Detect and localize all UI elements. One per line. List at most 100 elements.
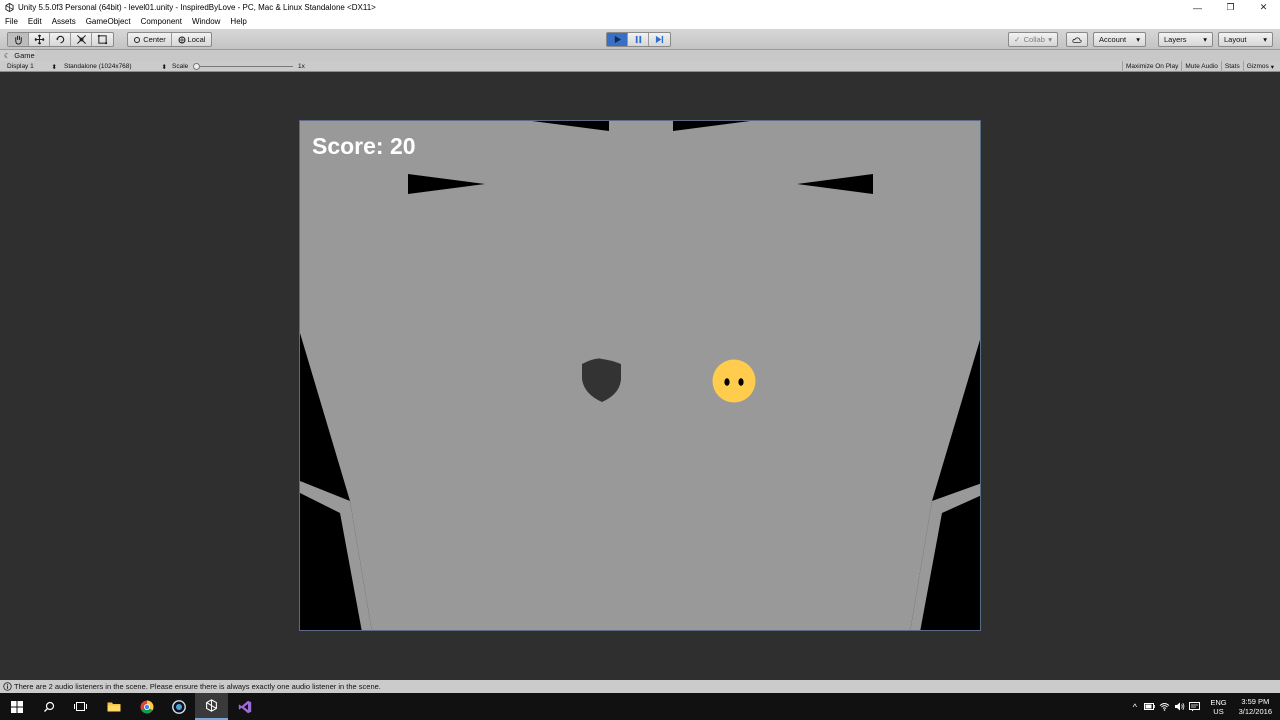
- gizmos-label: Gizmos: [1246, 63, 1269, 70]
- scale-slider-track: [197, 66, 293, 67]
- battery-icon[interactable]: [1142, 693, 1157, 720]
- hand-tool-button[interactable]: [8, 33, 29, 46]
- menu-gameobject[interactable]: GameObject: [81, 15, 136, 29]
- menu-edit[interactable]: Edit: [23, 15, 47, 29]
- pause-button[interactable]: [628, 33, 649, 46]
- collab-dropdown[interactable]: ✓ Collab ▾: [1008, 32, 1058, 47]
- lang-top: ENG: [1210, 697, 1227, 707]
- mute-audio-toggle[interactable]: Mute Audio: [1181, 61, 1221, 72]
- globe-icon: [178, 36, 186, 43]
- pause-icon: [635, 35, 641, 44]
- input-language[interactable]: ENG US: [1210, 698, 1226, 716]
- layers-dropdown[interactable]: Layers ▾: [1158, 32, 1213, 47]
- close-button[interactable]: ✕: [1247, 0, 1280, 15]
- transform-tools: [7, 32, 114, 47]
- stats-toggle[interactable]: Stats: [1220, 61, 1243, 72]
- chrome-button[interactable]: [130, 693, 163, 720]
- minimize-button[interactable]: —: [1181, 0, 1214, 15]
- top-spike-right: [673, 121, 750, 131]
- wifi-icon[interactable]: [1157, 693, 1172, 720]
- hand-icon: [14, 35, 22, 45]
- game-view-panel: Score: 20: [0, 72, 1280, 680]
- score-label: Score: 20: [312, 133, 416, 159]
- top-spike-left: [532, 121, 609, 131]
- scale-slider-thumb[interactable]: [193, 63, 200, 70]
- console-status-bar[interactable]: There are 2 audio listeners in the scene…: [0, 680, 1280, 693]
- rect-transform-icon: [97, 34, 108, 45]
- status-message: There are 2 audio listeners in the scene…: [14, 682, 381, 691]
- right-wall-spike: [797, 174, 873, 194]
- search-button[interactable]: [32, 693, 65, 720]
- task-view-icon: [74, 702, 87, 711]
- maximize-on-play-toggle[interactable]: Maximize On Play: [1121, 61, 1181, 72]
- step-button[interactable]: [649, 33, 670, 46]
- clock-date: 3/12/2016: [1238, 706, 1272, 716]
- layout-label: Layout: [1224, 35, 1247, 44]
- restore-button[interactable]: ❐: [1214, 0, 1247, 15]
- lang-bottom: US: [1213, 706, 1224, 716]
- pivot-toggles: Center Local: [127, 32, 212, 47]
- collab-check-icon: ✓: [1014, 35, 1021, 44]
- menu-window[interactable]: Window: [187, 15, 225, 29]
- windows-taskbar: ^ ENG US 3:59 PM 3/12/2016: [0, 693, 1280, 720]
- folder-icon: [107, 702, 120, 712]
- visual-studio-button[interactable]: [228, 693, 261, 720]
- rect-tool-button[interactable]: [92, 33, 113, 46]
- player-eye-right: [738, 378, 744, 386]
- chevron-down-icon: ▾: [1136, 35, 1140, 44]
- window-title: Unity 5.5.0f3 Personal (64bit) - level01…: [18, 3, 376, 12]
- rotate-tool-button[interactable]: [50, 33, 71, 46]
- action-center-icon[interactable]: [1187, 693, 1202, 720]
- scale-tool-button[interactable]: [71, 33, 92, 46]
- pivot-center-icon: [134, 36, 141, 43]
- tray-chevron-up-icon[interactable]: ^: [1127, 693, 1142, 720]
- menu-help[interactable]: Help: [225, 15, 251, 29]
- chevron-updown-icon: ⬍: [51, 63, 57, 71]
- chevron-down-icon: ▾: [1270, 63, 1274, 71]
- task-view-button[interactable]: [64, 693, 97, 720]
- display-dropdown[interactable]: Display 1 ⬍: [7, 62, 57, 71]
- scale-label: Scale: [172, 63, 189, 70]
- volume-icon[interactable]: [1172, 693, 1187, 720]
- clock[interactable]: 3:59 PM 3/12/2016: [1239, 697, 1272, 717]
- scale-slider[interactable]: [193, 62, 295, 71]
- app-button[interactable]: [162, 693, 195, 720]
- play-icon: [614, 35, 621, 44]
- unity-logo-icon: [4, 3, 14, 13]
- app-circle-icon: [171, 699, 186, 714]
- menu-file[interactable]: File: [0, 15, 23, 29]
- account-dropdown[interactable]: Account ▾: [1093, 32, 1146, 47]
- play-button[interactable]: [607, 33, 628, 46]
- game-view-icon: ☾: [4, 52, 11, 60]
- display-label: Display 1: [7, 63, 34, 70]
- clock-time: 3:59 PM: [1241, 696, 1270, 706]
- menu-assets[interactable]: Assets: [47, 15, 81, 29]
- layers-label: Layers: [1164, 35, 1187, 44]
- unity-taskbar-button[interactable]: [195, 693, 228, 720]
- cloud-button[interactable]: [1066, 32, 1088, 47]
- player-eye-left: [724, 378, 730, 386]
- gizmos-dropdown[interactable]: Gizmos ▾: [1242, 61, 1277, 72]
- file-explorer-button[interactable]: [97, 693, 130, 720]
- pivot-center-button[interactable]: Center: [128, 33, 172, 46]
- chrome-icon: [140, 700, 153, 713]
- menu-component[interactable]: Component: [136, 15, 187, 29]
- game-scene: [300, 121, 980, 630]
- rotate-icon: [55, 35, 64, 44]
- left-wall-spike: [408, 174, 485, 194]
- pivot-center-label: Center: [143, 35, 166, 44]
- start-button[interactable]: [0, 693, 33, 720]
- pivot-local-button[interactable]: Local: [172, 33, 211, 46]
- game-viewport[interactable]: Score: 20: [299, 120, 981, 631]
- main-toolbar: Center Local ✓ Collab ▾ Account ▾ Layers…: [0, 29, 1280, 50]
- layout-dropdown[interactable]: Layout ▾: [1218, 32, 1273, 47]
- player-blob: [712, 359, 756, 403]
- unity-icon: [206, 699, 217, 712]
- windows-logo-icon: [10, 700, 23, 713]
- resolution-dropdown[interactable]: Standalone (1024x768) ⬍: [64, 62, 167, 71]
- tab-game[interactable]: ☾ Game: [0, 50, 35, 61]
- cloud-icon: [1072, 36, 1082, 43]
- scale-icon: [76, 35, 86, 44]
- move-tool-button[interactable]: [29, 33, 50, 46]
- shield-icon: [582, 358, 621, 402]
